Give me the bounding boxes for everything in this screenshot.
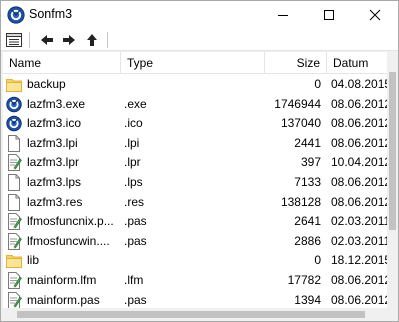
file-date: 08.06.2012 [331, 292, 387, 307]
file-name: lib [27, 253, 40, 268]
file-date: 02.03.2011 [331, 233, 387, 248]
file-date: 08.06.2012 [331, 194, 387, 209]
file-type: .lfm [124, 273, 144, 287]
file-size: 1394 [294, 292, 321, 307]
file-name: lazfm3.lpi [27, 135, 78, 150]
file-row[interactable]: lazfm3.lps .lps 7133 08.06.2012 [3, 173, 387, 193]
file-size: 0 [314, 253, 321, 268]
column-type[interactable]: Type [121, 52, 265, 74]
file-size: 17782 [287, 273, 321, 287]
file-date: 08.06.2012 [331, 175, 387, 189]
file-row[interactable]: lazfm3.res .res 138128 08.06.2012 [3, 193, 387, 213]
file-row[interactable]: mainform.pas .pas 1394 08.06.2012 [3, 291, 387, 308]
forward-arrow-icon [63, 35, 75, 45]
file-date: 04.08.2015 [331, 77, 387, 91]
file-size: 0 [314, 77, 321, 91]
file-size: 2886 [294, 233, 321, 248]
file-name: lfmosfuncwin.... [27, 233, 110, 248]
file-row[interactable]: mainform.lfm .lfm 17782 08.06.2012 [3, 271, 387, 291]
file-row[interactable]: lazfm3.exe .exe 1746944 08.06.2012 [3, 95, 387, 115]
minimize-button[interactable] [260, 1, 306, 29]
file-row[interactable]: lazfm3.lpr .lpr 397 10.04.2012 [3, 153, 387, 173]
file-type: .pas [124, 292, 147, 307]
column-header: Name Type Size Datum [3, 52, 387, 74]
file-name: lazfm3.res [27, 194, 83, 209]
file-row[interactable]: lib 0 18.12.2015 [3, 251, 387, 271]
file-name: lfmosfuncnix.p... [27, 214, 114, 229]
file-size: 1746944 [274, 96, 321, 111]
file-type: .ico [124, 116, 143, 131]
file-date: 02.03.2011 [331, 214, 387, 229]
file-date: 18.12.2015 [331, 253, 387, 268]
file-row[interactable]: lazfm3.ico .ico 137040 08.06.2012 [3, 114, 387, 134]
file-size: 2441 [294, 135, 321, 150]
file-type [124, 251, 264, 270]
toolbar [1, 29, 398, 51]
file-row[interactable]: lazfm3.lpi .lpi 2441 08.06.2012 [3, 134, 387, 154]
forward-button[interactable] [60, 32, 78, 48]
column-date[interactable]: Datum [327, 52, 387, 74]
file-name: lazfm3.ico [27, 116, 82, 131]
column-size[interactable]: Size [265, 52, 327, 74]
file-date: 08.06.2012 [331, 96, 387, 111]
file-type: .lps [124, 175, 143, 189]
file-name: mainform.pas [27, 292, 100, 307]
file-size: 7133 [294, 175, 321, 189]
up-button[interactable] [83, 32, 101, 48]
window-title: Sonfm3 [29, 7, 73, 21]
maximize-button[interactable] [306, 1, 352, 29]
toolbar-separator [107, 32, 108, 48]
file-date: 08.06.2012 [331, 273, 387, 287]
title-bar[interactable]: Sonfm3 [1, 1, 398, 29]
file-date: 08.06.2012 [331, 116, 387, 131]
file-name: lazfm3.lpr [27, 155, 80, 170]
file-type: .lpi [124, 135, 140, 150]
view-mode-button[interactable] [5, 32, 23, 48]
back-arrow-icon [41, 35, 53, 45]
file-type: .exe [124, 96, 147, 111]
file-name: mainform.lfm [27, 273, 97, 287]
file-row[interactable]: lfmosfuncnix.p... .pas 2641 02.03.2011 [3, 212, 387, 232]
file-date: 10.04.2012 [331, 155, 387, 170]
file-row[interactable]: backup 0 04.08.2015 [3, 75, 387, 95]
column-name[interactable]: Name [3, 52, 121, 74]
file-row[interactable]: lfmosfuncwin.... .pas 2886 02.03.2011 [3, 232, 387, 252]
file-type: .lpr [124, 155, 141, 170]
file-list[interactable]: Name Type Size Datum backup 0 04.08.2015 la… [3, 52, 387, 308]
back-button[interactable] [38, 32, 56, 48]
toolbar-separator [29, 32, 30, 48]
maximize-icon [324, 10, 334, 20]
up-arrow-icon [87, 34, 97, 46]
file-size: 2641 [294, 214, 321, 229]
horizontal-scrollbar[interactable] [3, 308, 387, 321]
file-size: 137040 [280, 116, 321, 131]
horizontal-scroll-thumb[interactable] [17, 311, 365, 318]
file-type [124, 75, 264, 94]
vertical-scrollbar[interactable] [387, 52, 398, 308]
vertical-scroll-thumb[interactable] [389, 72, 396, 230]
minimize-icon [278, 15, 288, 16]
file-size: 138128 [280, 194, 321, 209]
file-size: 397 [300, 155, 321, 170]
file-name: lazfm3.exe [27, 96, 86, 111]
file-date: 08.06.2012 [331, 135, 387, 150]
details-view-icon [6, 33, 22, 47]
file-name: lazfm3.lps [27, 175, 82, 189]
file-type: .pas [124, 233, 147, 248]
app-logo-icon [7, 6, 25, 24]
file-type: .res [124, 194, 145, 209]
close-icon [369, 9, 381, 21]
file-type: .pas [124, 214, 147, 229]
close-button[interactable] [352, 1, 398, 29]
file-name: backup [27, 77, 66, 91]
file-manager-window: Sonfm3 Name Type Size Datum backup 0 04.… [0, 0, 399, 322]
